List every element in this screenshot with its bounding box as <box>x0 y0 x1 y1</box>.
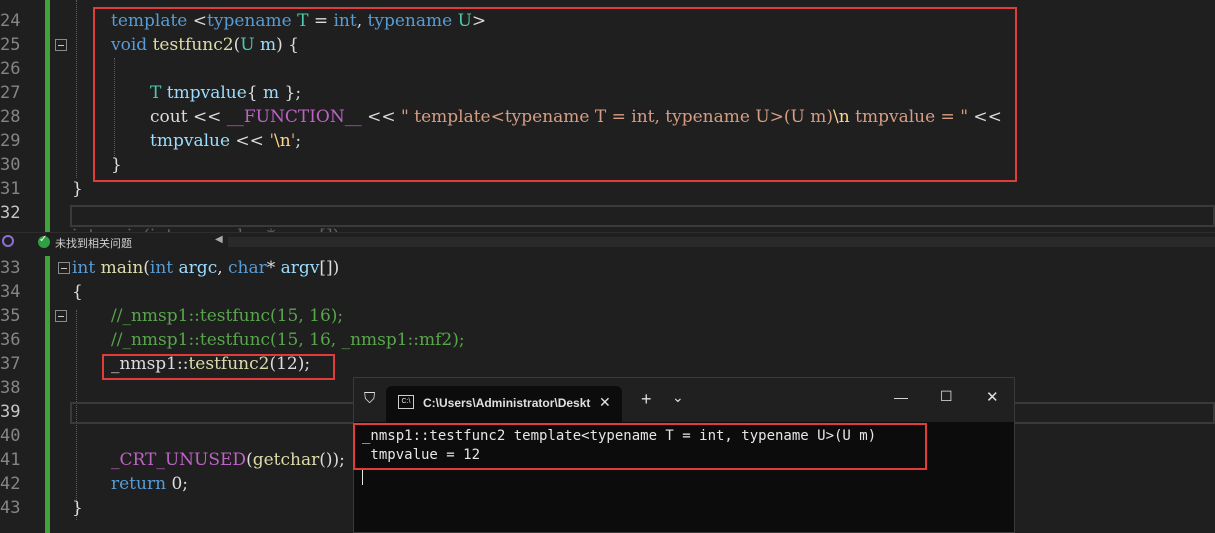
close-window-icon[interactable]: ✕ <box>986 388 999 406</box>
terminal-window[interactable]: ⛉ C:\ C:\Users\Administrator\Deskt ✕ + ⌄… <box>353 377 1015 533</box>
line-number: 37 <box>0 354 21 374</box>
close-icon[interactable]: ✕ <box>599 394 611 411</box>
collapse-icon[interactable] <box>55 310 67 322</box>
change-indicator-bar <box>45 0 50 232</box>
code-token: , <box>217 258 229 278</box>
code-line: //_nmsp1::testfunc(15, 16); <box>111 304 343 328</box>
code-token: ( <box>246 450 253 470</box>
code-line: } <box>72 177 83 201</box>
code-token: _CRT_UNUSED <box>111 450 247 470</box>
code-token: argc <box>178 258 218 278</box>
collapse-icon[interactable] <box>58 262 70 274</box>
line-number: 41 <box>0 450 21 470</box>
code-token: ( <box>143 258 150 278</box>
code-line: return 0; <box>111 472 188 496</box>
code-line: _CRT_UNUSED(getchar()); <box>111 448 345 472</box>
line-number: 39 <box>0 402 21 422</box>
tab-title: C:\Users\Administrator\Deskt <box>423 396 591 410</box>
line-number: 31 <box>0 179 21 199</box>
line-number: 40 <box>0 426 21 446</box>
line-number: 33 <box>0 258 21 278</box>
line-number: 29 <box>0 131 21 151</box>
line-number: 26 <box>0 59 21 79</box>
change-indicator-bar <box>45 256 50 533</box>
line-number: 34 <box>0 282 21 302</box>
code-line: //_nmsp1::testfunc(15, 16, _nmsp1::mf2); <box>111 328 465 352</box>
line-number: 36 <box>0 330 21 350</box>
collapse-icon[interactable] <box>55 39 67 51</box>
shield-icon: ⛉ <box>364 390 376 407</box>
line-number: 43 <box>0 498 21 518</box>
highlight-box-template-function <box>93 7 1017 182</box>
code-token: char <box>228 258 267 278</box>
horizontal-scrollbar[interactable] <box>228 237 1215 247</box>
cmd-icon: C:\ <box>398 395 414 409</box>
code-line: int main(int argc, char* argv[]) <box>72 256 339 280</box>
indent-guide <box>76 0 77 178</box>
terminal-tab[interactable]: C:\ C:\Users\Administrator\Deskt ✕ <box>386 386 622 422</box>
code-token: getchar <box>252 450 320 470</box>
line-number: 35 <box>0 306 21 326</box>
code-token: int <box>72 258 96 278</box>
check-circle-icon <box>38 234 50 248</box>
code-token: } <box>72 179 83 199</box>
highlight-box-output <box>353 423 927 470</box>
line-number: 25 <box>0 35 21 55</box>
editor-pane-top[interactable]: 24 25 26 27 28 29 30 31 32 template <typename T … <box>0 0 1215 232</box>
issues-status-text[interactable]: 未找到相关问题 <box>55 235 132 251</box>
line-number: 28 <box>0 107 21 127</box>
chevron-down-icon[interactable]: ⌄ <box>672 389 684 406</box>
line-number: 32 <box>0 203 21 223</box>
code-token: main <box>100 258 144 278</box>
line-number: 42 <box>0 474 21 494</box>
terminal-titlebar[interactable]: ⛉ C:\ C:\Users\Administrator\Deskt ✕ + ⌄… <box>354 378 1014 422</box>
code-token: return <box>111 474 167 494</box>
maximize-icon[interactable]: ☐ <box>940 388 953 405</box>
code-token: * <box>266 258 281 278</box>
copilot-icon[interactable] <box>2 235 14 247</box>
scroll-left-icon[interactable]: ◀ <box>215 234 223 245</box>
add-icon[interactable]: + <box>641 389 652 410</box>
code-token: } <box>72 498 83 518</box>
issues-status-strip: 未找到相关问题 ◀ <box>0 232 1215 251</box>
highlight-box-function-call <box>102 354 335 380</box>
line-number: 27 <box>0 83 21 103</box>
code-token: 0; <box>166 474 188 494</box>
code-token: argv <box>280 258 320 278</box>
code-token: ()); <box>319 450 345 470</box>
code-token: //_nmsp1::testfunc(15, 16); <box>111 306 344 326</box>
line-number: 30 <box>0 155 21 175</box>
code-line: } <box>72 496 83 520</box>
line-number: 24 <box>0 11 21 31</box>
code-token: int <box>149 258 174 278</box>
minimize-icon[interactable]: — <box>894 389 908 405</box>
line-number: 38 <box>0 378 21 398</box>
code-line: { <box>72 280 83 304</box>
code-token: //_nmsp1::testfunc(15, 16, _nmsp1::mf2); <box>111 330 465 350</box>
code-token: []) <box>319 258 340 278</box>
code-token: { <box>72 282 83 302</box>
peek-partial-line: int main(int argc, char* argv[]) <box>72 224 339 232</box>
terminal-cursor <box>362 470 363 485</box>
